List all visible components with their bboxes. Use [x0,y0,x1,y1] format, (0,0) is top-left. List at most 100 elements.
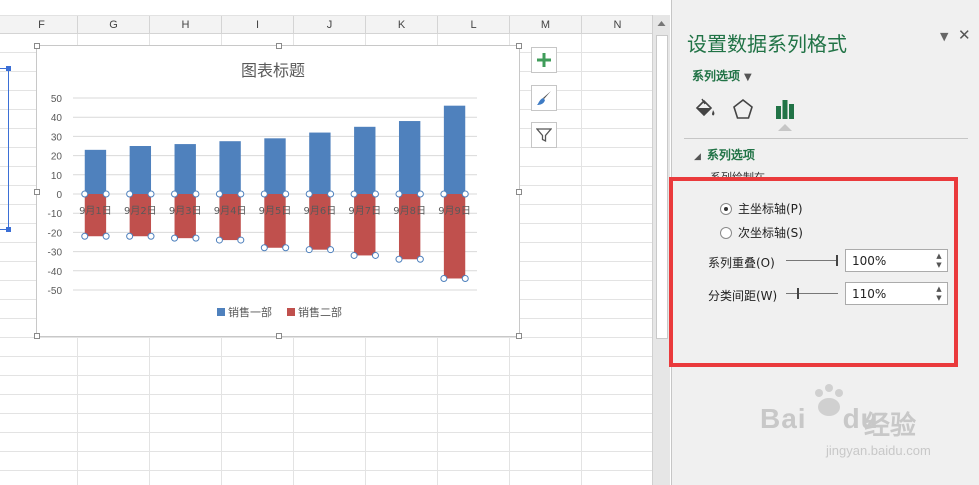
column-header-N[interactable]: N [582,16,652,34]
chart-resize-handle[interactable] [516,189,522,195]
watermark-brand: Bai du [760,403,879,435]
series-selection-handle [395,190,403,198]
series-selection-handle [81,232,89,240]
vertical-scrollbar[interactable] [652,15,670,485]
column-header-I[interactable]: I [222,16,294,34]
selection-handle-bottom[interactable] [6,227,11,232]
series-selection-handle [147,190,155,198]
series-selection-handle [147,232,155,240]
chart-resize-handle[interactable] [34,333,40,339]
series-selection-handle [237,190,245,198]
column-header-H[interactable]: H [150,16,222,34]
scroll-up-arrow-icon[interactable] [655,17,668,30]
series-options-dropdown[interactable]: 系列选项 ▼ [692,67,752,84]
series-selection-handle [416,255,424,263]
y-tick-label: -40 [48,267,63,278]
series-selection-handle [215,236,223,244]
pentagon-icon [733,98,753,119]
series-selection-handle [305,190,313,198]
worksheet: FGHIJKLMN 图表标题 50 40 30 20 10 0 -10 -20 -30 -40 -50… [0,0,652,485]
bar-series2 [264,194,286,248]
series-options-dropdown-label: 系列选项 [692,69,741,83]
chart-styles-button[interactable] [531,85,557,111]
series-selection-handle [461,190,469,198]
column-header-M[interactable]: M [510,16,582,34]
y-tick-label: -50 [48,286,63,297]
pane-title: 设置数据系列格式 [687,32,847,56]
chart-filters-button[interactable] [531,122,557,148]
bar-series1 [129,146,152,194]
category-label: 9月3日 [169,205,202,217]
paint-bucket-icon [695,98,715,117]
series-selection-handle [440,190,448,198]
series-selection-handle [461,274,469,282]
chart-resize-handle[interactable] [34,43,40,49]
section-series-options[interactable]: ◢ 系列选项 [694,146,755,163]
y-tick-label: -20 [48,228,63,239]
series-selection-handle [260,190,268,198]
series-selection-handle [395,255,403,263]
bar-chart-icon [776,100,794,119]
column-header-J[interactable]: J [294,16,366,34]
bar-series1 [309,132,331,194]
column-header-F[interactable]: F [6,16,78,34]
tab-fill-line[interactable] [690,94,720,124]
y-tick-label: -10 [48,209,63,220]
tab-series-options[interactable] [770,94,800,124]
chart-resize-handle[interactable] [516,333,522,339]
category-label: 9月7日 [348,205,381,217]
series-selection-handle [327,246,335,254]
chart-resize-handle[interactable] [276,333,282,339]
collapse-triangle-icon: ◢ [694,152,701,162]
chart-title: 图表标题 [241,61,305,80]
series-selection-handle [171,190,179,198]
selection-handle-top[interactable] [6,66,11,71]
category-label: 9月4日 [214,205,247,217]
chart-elements-button[interactable] [531,47,557,73]
series-selection-handle [327,190,335,198]
section-series-options-label: 系列选项 [706,148,755,162]
series-selection-handle [371,190,379,198]
chart-resize-handle[interactable] [276,43,282,49]
active-tab-indicator [778,124,792,131]
chart-resize-handle[interactable] [34,189,40,195]
column-header-bar: FGHIJKLMN [0,15,652,34]
watermark-brand-part1: Bai [760,403,807,434]
series-selection-handle [102,232,110,240]
series-selection-handle [237,236,245,244]
y-tick-label: -30 [48,248,63,259]
chart-resize-handle[interactable] [516,43,522,49]
category-label: 9月8日 [393,205,426,217]
bar-series2 [309,194,331,250]
bar-series2 [354,194,376,256]
series-selection-handle [260,244,268,252]
chart-object[interactable]: 图表标题 50 40 30 20 10 0 -10 -20 -30 -40 -50 9月1日 9月2日 9月… [34,43,522,339]
scrollbar-thumb[interactable] [656,35,668,339]
bar-series2 [398,194,421,260]
bar-series1 [219,141,241,194]
series-selection-handle [126,190,134,198]
column-header-K[interactable]: K [366,16,438,34]
series-selection-handle [192,234,200,242]
column-header-L[interactable]: L [438,16,510,34]
category-label: 9月1日 [79,205,112,217]
series-selection-handle [305,246,313,254]
series-selection-handle [215,190,223,198]
annotation-highlight-box [669,177,958,367]
watermark-url: jingyan.baidu.com [826,443,931,458]
column-header-G[interactable]: G [78,16,150,34]
bar-series1 [354,126,376,194]
y-tick-label: 10 [51,171,63,182]
series-selection-handle [171,234,179,242]
close-icon[interactable]: ✕ [958,26,971,44]
bar-series1 [264,138,286,194]
series-selection-handle [350,190,358,198]
watermark-cn: 经验 [864,411,917,441]
tab-effects[interactable] [728,94,758,124]
cell-selection[interactable] [0,66,11,232]
pane-options-icon[interactable]: ▼ [940,30,948,43]
category-label: 9月6日 [304,205,337,217]
filter-icon [536,128,552,143]
legend-label: 销售二部 [298,305,342,319]
paintbrush-icon [537,91,551,105]
